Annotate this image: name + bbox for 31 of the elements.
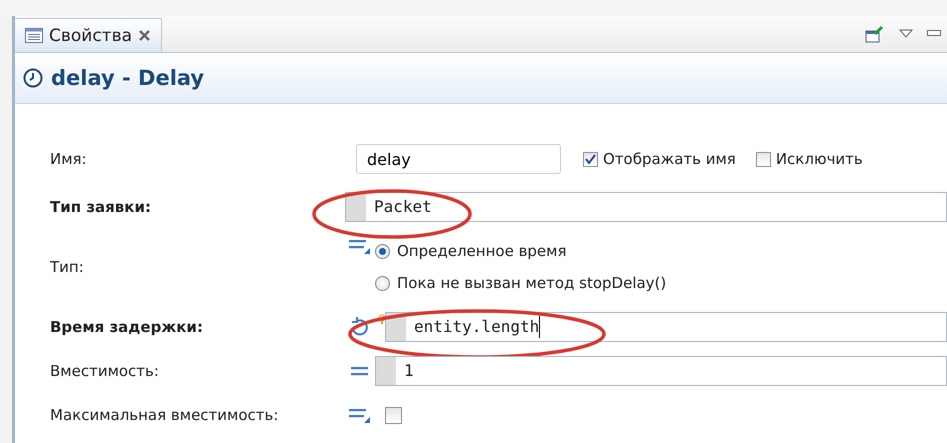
panel-title: delay - Delay [51, 66, 204, 90]
field-label: Тип заявки: [50, 198, 152, 216]
radio-label: Пока не вызван метод stopDelay() [397, 274, 666, 292]
field-label: Имя: [50, 150, 88, 168]
radio-button[interactable] [375, 244, 390, 258]
code-field[interactable]: entity.length [385, 312, 947, 342]
checkbox-label: Отображать имя [603, 150, 736, 168]
pin-icon[interactable] [865, 25, 885, 43]
dropdown-icon[interactable] [899, 29, 913, 39]
equals-menu-icon[interactable] [348, 406, 372, 424]
field-label: Максимальная вместимость: [50, 406, 280, 424]
clock-icon [23, 68, 43, 88]
radio-label: Определенное время [397, 242, 566, 260]
checkbox[interactable] [756, 152, 771, 166]
checkbox-label: Исключить [776, 150, 863, 168]
minimize-icon[interactable] [927, 30, 941, 38]
equals-icon[interactable] [350, 364, 370, 378]
field-label: Время задержки: [50, 318, 204, 336]
radio-button[interactable] [375, 276, 390, 290]
checkbox[interactable] [583, 152, 598, 166]
properties-tab[interactable]: Свойства [15, 18, 162, 52]
checkbox[interactable] [385, 406, 402, 424]
name-field[interactable]: delay [356, 144, 561, 174]
code-field[interactable]: 1 [375, 356, 947, 386]
cycle-icon[interactable] [349, 316, 371, 338]
table-icon [25, 28, 43, 43]
close-icon[interactable] [138, 29, 152, 42]
code-field[interactable]: Packet [345, 192, 947, 222]
equals-menu-icon[interactable] [348, 237, 372, 255]
field-label: Вместимость: [50, 362, 160, 380]
field-label: Тип: [50, 258, 85, 276]
